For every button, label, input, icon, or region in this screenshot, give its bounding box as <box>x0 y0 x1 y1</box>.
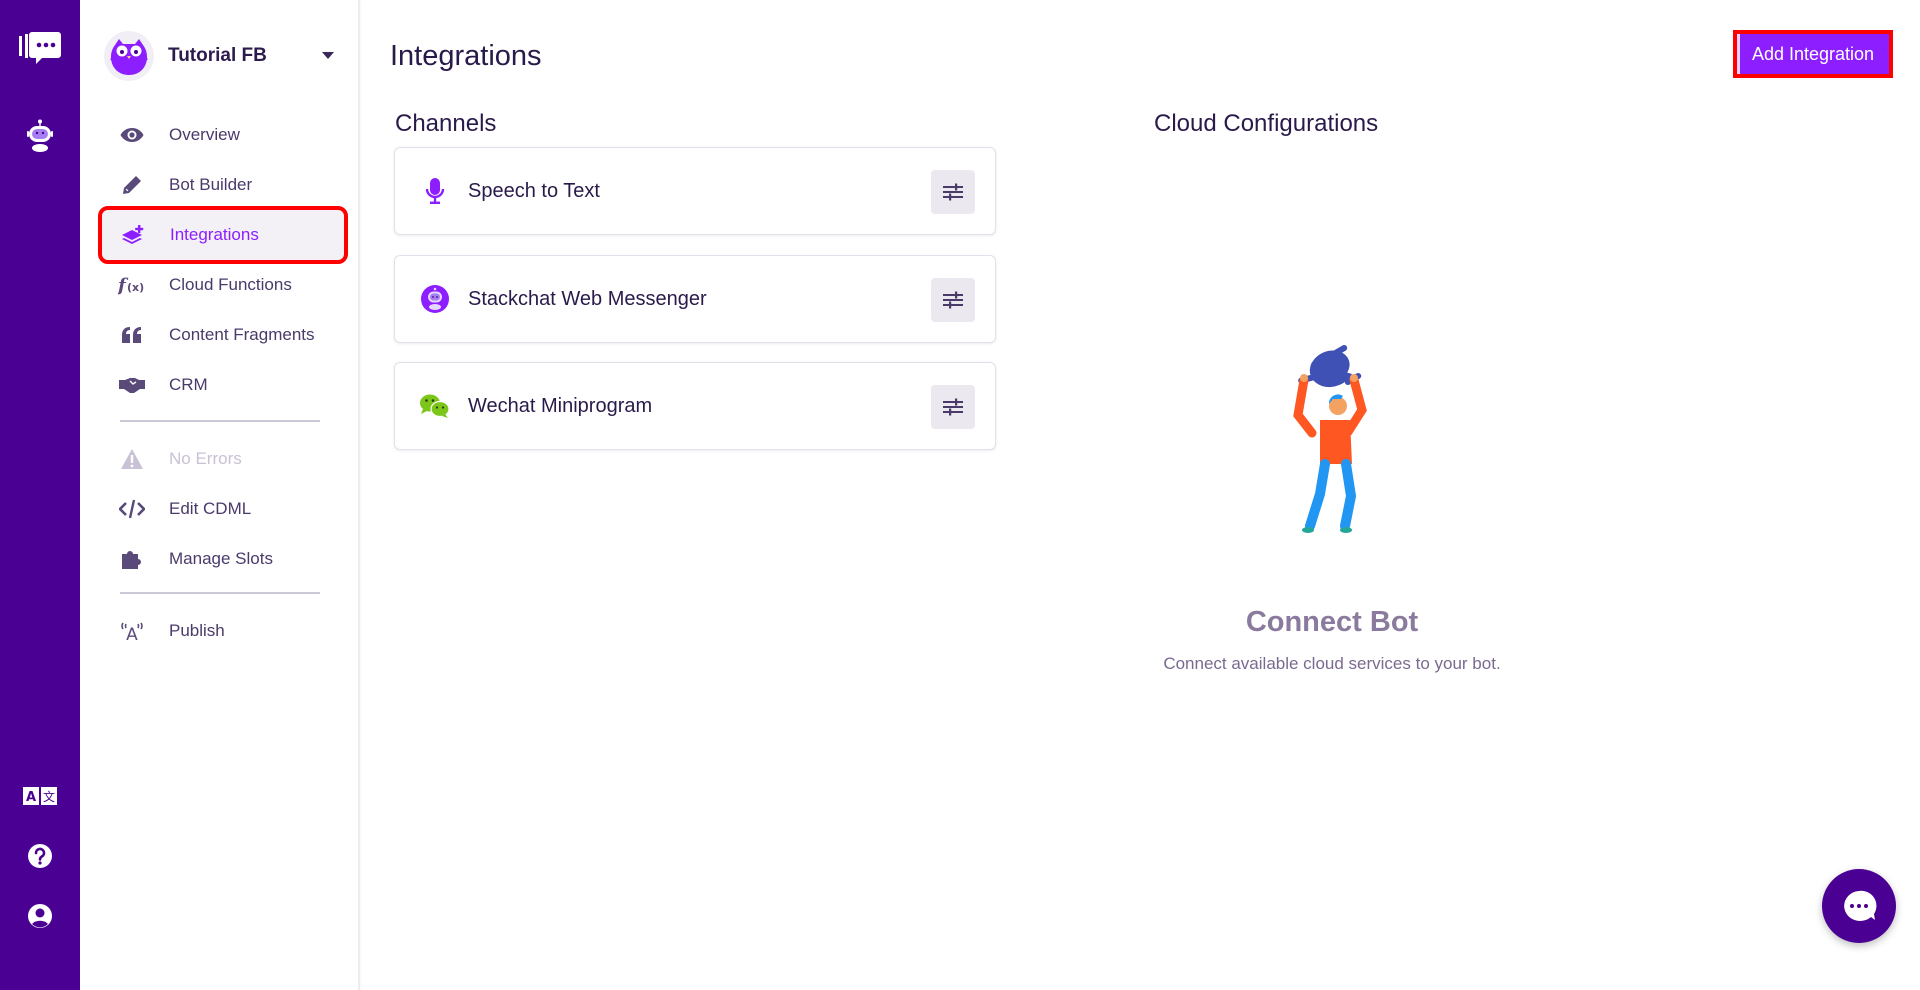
sidebar-item-bot-builder[interactable]: Bot Builder <box>101 160 341 210</box>
page-title: Integrations <box>390 40 542 72</box>
bot-sidebar: Tutorial FB Overview Bot Builder Integra… <box>80 0 360 990</box>
bot-icon[interactable] <box>0 116 80 156</box>
sliders-icon <box>943 291 963 309</box>
configure-button[interactable] <box>931 170 975 214</box>
add-integration-button[interactable]: Add Integration <box>1733 30 1893 78</box>
app-logo-icon[interactable] <box>0 26 80 70</box>
channel-card[interactable]: Wechat Miniprogram <box>394 362 996 450</box>
sliders-icon <box>943 183 963 201</box>
translate-icon[interactable]: A 文 <box>0 784 80 808</box>
sidebar-item-edit-cdml[interactable]: Edit CDML <box>101 484 341 534</box>
warning-icon <box>117 448 147 470</box>
chat-launcher-button[interactable] <box>1822 869 1896 943</box>
sidebar-item-overview[interactable]: Overview <box>101 110 341 160</box>
eye-icon <box>117 127 147 143</box>
bot-switcher[interactable]: Tutorial FB <box>104 30 334 82</box>
sidebar-item-cloud-functions[interactable]: f (x) Cloud Functions <box>101 260 341 310</box>
handshake-icon <box>117 377 147 393</box>
broadcast-icon: A <box>117 620 147 642</box>
quote-icon <box>117 326 147 344</box>
svg-text:A: A <box>126 625 138 642</box>
empty-state-subtitle: Connect available cloud services to your… <box>1163 654 1501 673</box>
stackchat-bot-icon <box>417 284 453 314</box>
app-rail: A 文 <box>0 0 80 990</box>
channel-name: Stackchat Web Messenger <box>468 287 707 310</box>
sidebar-divider <box>120 420 320 422</box>
plug-person-illustration <box>1293 345 1367 533</box>
configure-button[interactable] <box>931 278 975 322</box>
empty-state-title: Connect Bot <box>1245 606 1419 638</box>
sliders-icon <box>943 398 963 416</box>
channel-card[interactable]: Stackchat Web Messenger <box>394 255 996 343</box>
svg-text:(x): (x) <box>127 281 144 294</box>
account-icon[interactable] <box>0 902 80 930</box>
channels-title: Channels <box>395 110 497 137</box>
owl-icon <box>110 39 148 75</box>
sidebar-item-integrations[interactable]: Integrations <box>98 206 348 264</box>
main-content: Integrations Add Integration Channels Sp… <box>362 0 1920 990</box>
code-icon <box>117 499 147 519</box>
cloud-configurations-title: Cloud Configurations <box>1154 110 1379 137</box>
configure-button[interactable] <box>931 385 975 429</box>
bot-name: Tutorial FB <box>168 45 267 66</box>
sidebar-item-crm[interactable]: CRM <box>101 360 341 410</box>
function-icon: f (x) <box>117 274 147 296</box>
sidebar-item-no-errors: No Errors <box>101 434 341 484</box>
help-icon[interactable] <box>0 842 80 870</box>
pencil-icon <box>117 174 147 196</box>
channel-name: Speech to Text <box>468 179 600 202</box>
layers-plus-icon <box>118 224 148 246</box>
chat-bubble-icon <box>1844 890 1877 921</box>
sidebar-item-content-fragments[interactable]: Content Fragments <box>101 310 341 360</box>
sidebar-item-publish[interactable]: A Publish <box>101 606 341 656</box>
svg-text:A: A <box>26 790 36 805</box>
puzzle-icon <box>117 548 147 570</box>
svg-text:文: 文 <box>43 789 55 804</box>
bot-avatar <box>104 31 154 81</box>
channel-card[interactable]: Speech to Text <box>394 147 996 235</box>
microphone-icon <box>417 177 453 205</box>
wechat-icon <box>417 393 453 419</box>
channel-name: Wechat Miniprogram <box>468 394 653 417</box>
sidebar-item-manage-slots[interactable]: Manage Slots <box>101 534 341 584</box>
sidebar-divider <box>120 592 320 594</box>
chevron-down-icon[interactable] <box>322 52 334 59</box>
